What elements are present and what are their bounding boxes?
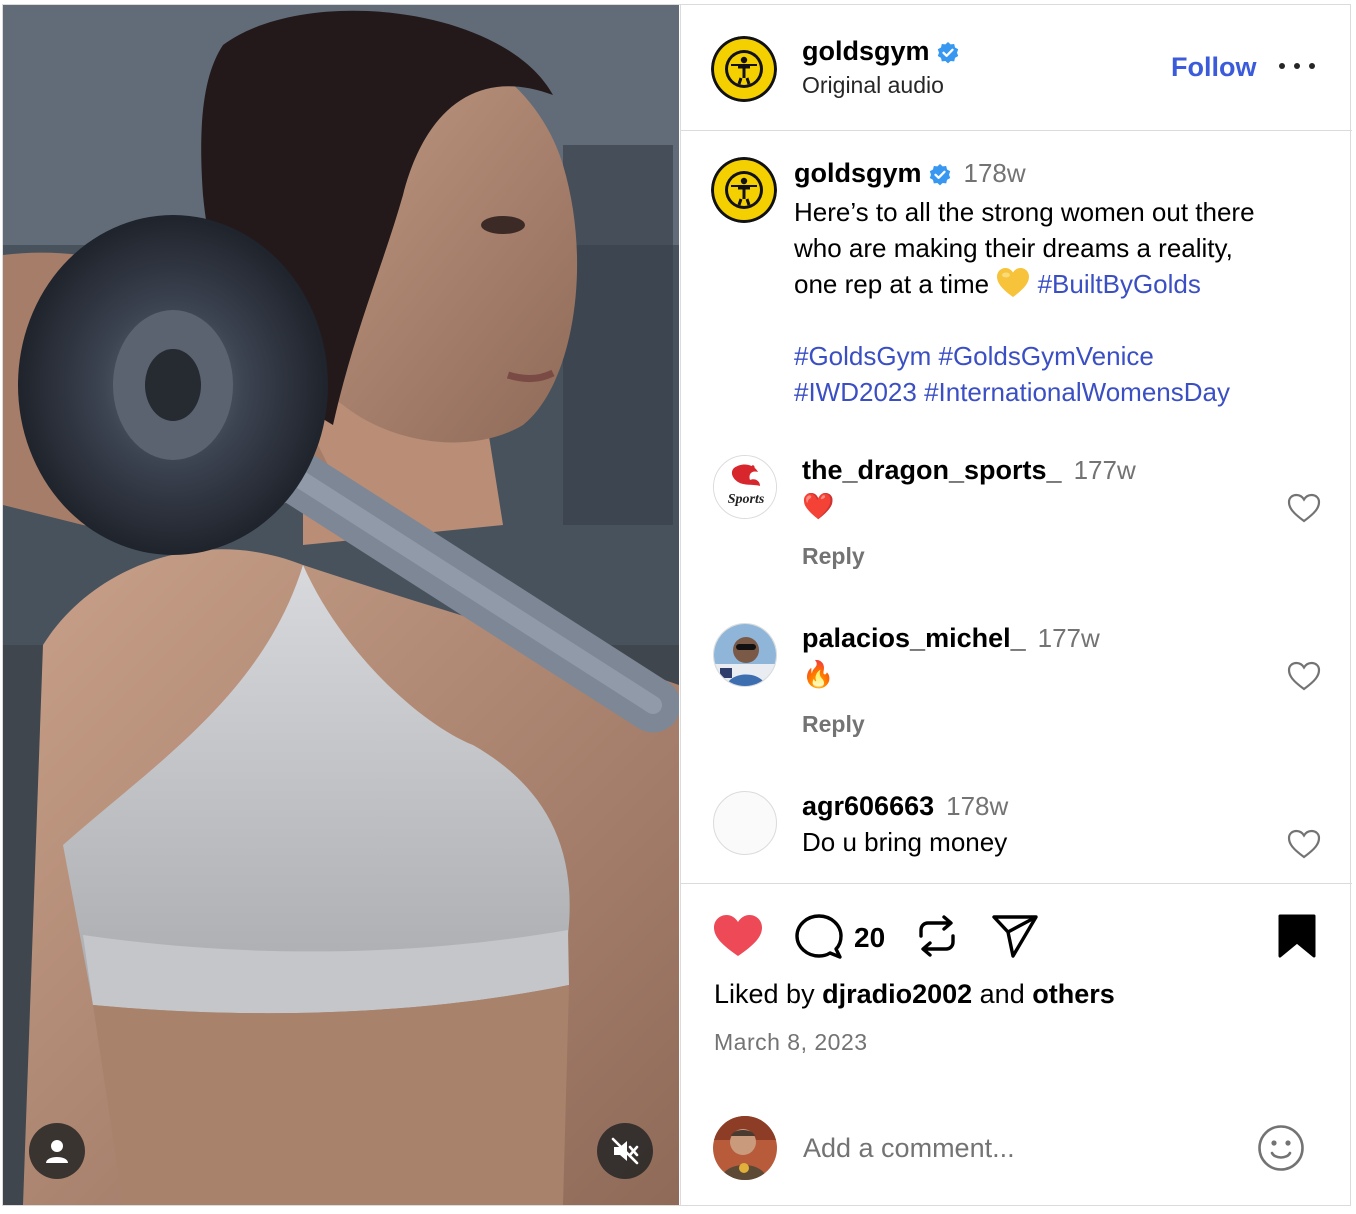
yellow-heart-icon [997, 268, 1030, 297]
repost-icon [919, 915, 955, 957]
comment-bubble-icon [795, 914, 843, 959]
caption-line: one rep at a time #BuiltByGolds [794, 266, 1324, 302]
comment-username[interactable]: palacios_michel_ [802, 623, 1026, 653]
bookmark-filled-icon [1278, 914, 1316, 958]
caption-text: Here’s to all the strong women out there… [794, 194, 1324, 410]
comment-item: palacios_michel_ 177w 🔥 Reply [681, 623, 1352, 753]
comment-like-button[interactable] [1287, 829, 1321, 864]
follow-button[interactable]: Follow [1171, 52, 1256, 83]
person-icon [46, 1140, 68, 1163]
comment-like-button[interactable] [1287, 661, 1321, 696]
user-photo-avatar [713, 1116, 777, 1180]
commenter-avatar-blank[interactable] [713, 791, 777, 855]
tagged-users-button[interactable] [29, 1123, 85, 1179]
comment-username[interactable]: the_dragon_sports_ [802, 455, 1062, 485]
comment-item: Sports the_dragon_sports_ 177w ❤️ Reply [681, 455, 1352, 585]
reply-button[interactable]: Reply [802, 543, 865, 570]
comment-timestamp[interactable]: 178w [946, 791, 1008, 821]
commenter-avatar[interactable] [713, 623, 777, 687]
heart-outline-icon [1287, 829, 1321, 859]
post-header: goldsgym Original audio Follow [681, 5, 1352, 131]
more-dot-icon [1294, 63, 1300, 69]
comment-count: 20 [854, 922, 886, 953]
comment-author-line: palacios_michel_ 177w [802, 623, 1100, 654]
comment-text: ❤️ [802, 491, 835, 521]
liked-by-prefix: Liked by [714, 979, 823, 1009]
author-username[interactable]: goldsgym [802, 36, 960, 67]
user-photo-avatar [714, 624, 776, 686]
golds-gym-logo-icon [711, 157, 777, 223]
liked-by-summary: Liked by djradio2002 and others [714, 979, 1115, 1010]
caption-author: goldsgym 178w [794, 158, 1026, 189]
caption-author-avatar[interactable] [711, 157, 777, 223]
caption-line: who are making their dreams a reality, [794, 233, 1233, 263]
video-frame-image [3, 5, 679, 1205]
liked-by-others-link[interactable]: others [1032, 979, 1115, 1009]
caption-author-username[interactable]: goldsgym [794, 158, 922, 188]
caption-timestamp[interactable]: 178w [964, 158, 1026, 188]
share-button[interactable] [991, 914, 1039, 963]
like-button[interactable] [713, 914, 763, 963]
mute-button[interactable] [597, 1123, 653, 1179]
repost-button[interactable] [917, 914, 957, 963]
post-date[interactable]: March 8, 2023 [714, 1029, 868, 1056]
current-user-avatar [713, 1116, 777, 1180]
svg-text:Sports: Sports [728, 492, 765, 507]
more-dot-icon [1279, 63, 1285, 69]
save-button[interactable] [1278, 914, 1316, 963]
hashtag-line[interactable]: #GoldsGym #GoldsGymVenice [794, 338, 1324, 374]
liked-by-mid: and [972, 979, 1033, 1009]
comment-username[interactable]: agr606663 [802, 791, 934, 821]
emoji-picker-button[interactable] [1257, 1124, 1305, 1177]
comment-text: 🔥 [802, 659, 835, 689]
liked-by-user-link[interactable]: djradio2002 [822, 979, 972, 1009]
heart-outline-icon [1287, 661, 1321, 691]
commenter-avatar[interactable]: Sports [713, 455, 777, 519]
author-avatar[interactable] [711, 36, 777, 102]
comment-timestamp[interactable]: 177w [1074, 455, 1136, 485]
more-dot-icon [1309, 63, 1315, 69]
send-icon [992, 915, 1038, 958]
author-username-text[interactable]: goldsgym [802, 36, 930, 66]
comment-author-line: agr606663 178w [802, 791, 1008, 822]
post-dialog: goldsgym Original audio Follow goldsgym … [2, 4, 1352, 1206]
caption-line: Here’s to all the strong women out there [794, 197, 1255, 227]
hashtag-link[interactable]: #BuiltByGolds [1038, 269, 1201, 299]
dragon-sports-logo-icon: Sports [714, 456, 776, 518]
comment-timestamp[interactable]: 177w [1038, 623, 1100, 653]
post-details-panel: goldsgym Original audio Follow goldsgym … [680, 5, 1352, 1205]
heart-outline-icon [1287, 493, 1321, 523]
comment-like-button[interactable] [1287, 493, 1321, 528]
video-player[interactable] [3, 5, 679, 1205]
comment-input[interactable] [803, 1128, 1243, 1168]
hashtag-line[interactable]: #IWD2023 #InternationalWomensDay [794, 374, 1324, 410]
smiley-icon [1258, 1125, 1304, 1171]
speaker-muted-icon [611, 1137, 639, 1165]
caption-line-text: one rep at a time [794, 269, 997, 299]
more-options-button[interactable] [1279, 51, 1315, 81]
comment-author-line: the_dragon_sports_ 177w [802, 455, 1136, 486]
audio-label[interactable]: Original audio [802, 72, 944, 99]
post-actions-section: 20 Liked by djradio2002 and others March… [681, 883, 1352, 1205]
golds-gym-logo-icon [711, 36, 777, 102]
comment-button[interactable] [795, 914, 843, 965]
reply-button[interactable]: Reply [802, 711, 865, 738]
heart-filled-icon [714, 915, 762, 956]
comment-text: Do u bring money [802, 827, 1008, 857]
verified-badge-icon [937, 41, 958, 64]
verified-badge-icon [929, 163, 950, 186]
